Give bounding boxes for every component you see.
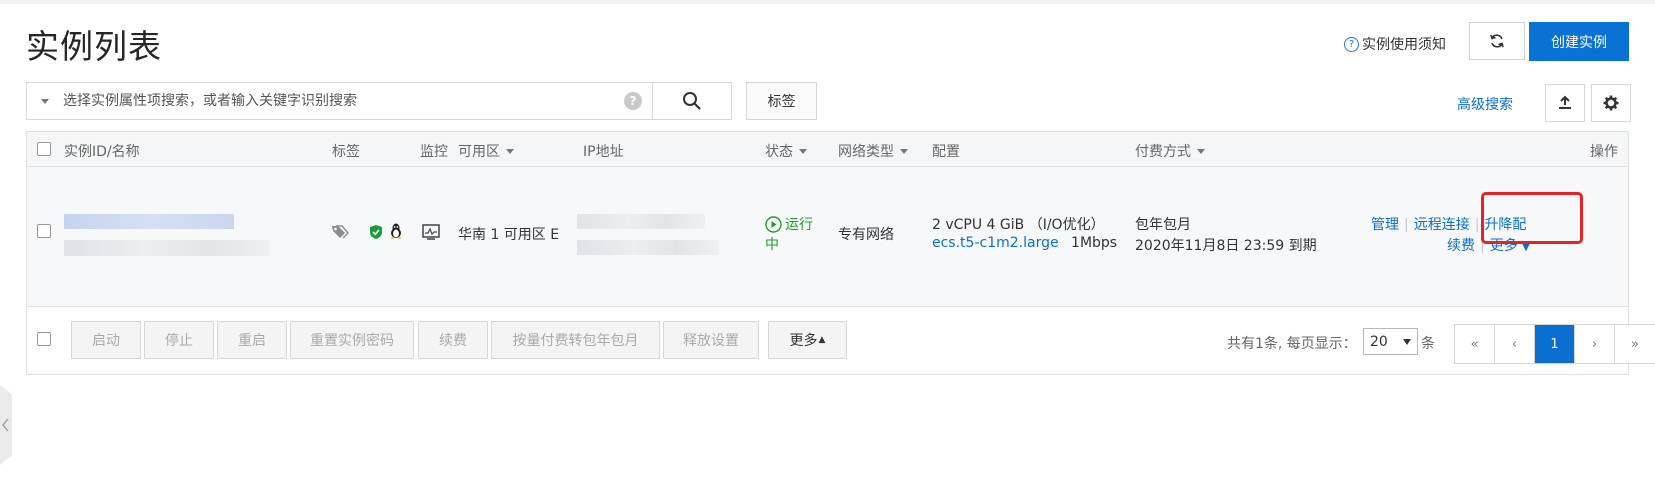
zone-value: 华南 1 可用区 E bbox=[458, 227, 560, 243]
row-actions-top: 管理 | 远程连接 | 升降配 bbox=[1371, 217, 1527, 233]
column-billing[interactable]: 付费方式 bbox=[1135, 141, 1205, 161]
column-tags: 标签 bbox=[332, 144, 360, 160]
advanced-search-link[interactable]: 高级搜索 bbox=[1457, 94, 1513, 114]
select-all-checkbox[interactable] bbox=[37, 142, 51, 156]
row-actions-bottom: 续费 | 更多 ▼ bbox=[1447, 238, 1530, 254]
table-footer: 启动 停止 重启 重置实例密码 续费 按量付费转包年包月 释放设置 更多 ▲ 共有… bbox=[27, 307, 1655, 376]
page-first-button[interactable]: « bbox=[1455, 325, 1495, 363]
column-monitor: 监控 bbox=[420, 144, 448, 160]
page-current-button[interactable]: 1 bbox=[1535, 325, 1575, 363]
gear-icon bbox=[1603, 95, 1619, 111]
search-icon bbox=[683, 92, 701, 110]
table-header: 实例ID/名称 标签 监控 可用区 IP地址 状态 网络类型 配置 付费方式 操… bbox=[27, 132, 1628, 167]
question-icon: ? bbox=[1344, 36, 1359, 52]
page-prev-button[interactable]: ‹ bbox=[1495, 325, 1535, 363]
private-ip-redacted bbox=[577, 240, 719, 255]
renew-link[interactable]: 续费 bbox=[1447, 238, 1475, 254]
refresh-icon bbox=[1490, 34, 1504, 48]
zone-filter-caret-icon bbox=[506, 148, 514, 154]
column-ip: IP地址 bbox=[583, 144, 624, 160]
column-actions: 操作 bbox=[1590, 144, 1618, 160]
page-last-button[interactable]: » bbox=[1615, 325, 1655, 363]
convert-to-subscription-button[interactable]: 按量付费转包年包月 bbox=[491, 321, 660, 359]
billing-filter-caret-icon bbox=[1197, 148, 1205, 154]
restart-button[interactable]: 重启 bbox=[217, 321, 287, 359]
chevron-left-icon bbox=[2, 418, 9, 432]
renew-button[interactable]: 续费 bbox=[418, 321, 488, 359]
search-input[interactable] bbox=[63, 93, 624, 109]
reset-password-button[interactable]: 重置实例密码 bbox=[290, 321, 414, 359]
column-status[interactable]: 状态 bbox=[765, 141, 807, 161]
chevron-down-icon bbox=[1403, 339, 1411, 345]
more-batch-button[interactable]: 更多 ▲ bbox=[768, 321, 847, 359]
table-row: 华南 1 可用区 E 运行 中 专有网络 2 vCPU 4 GiB （I/O优化… bbox=[27, 167, 1628, 307]
instance-name-redacted bbox=[64, 240, 270, 256]
top-border bbox=[0, 0, 1655, 4]
release-settings-button[interactable]: 释放设置 bbox=[663, 321, 759, 359]
search-help-icon[interactable]: ? bbox=[624, 92, 642, 110]
network-filter-caret-icon bbox=[900, 148, 908, 154]
column-zone[interactable]: 可用区 bbox=[458, 141, 514, 161]
start-button[interactable]: 启动 bbox=[71, 321, 141, 359]
page-size-unit: 条 bbox=[1421, 336, 1435, 352]
footer-select-checkbox[interactable] bbox=[37, 332, 51, 346]
page-size-select[interactable]: 20 bbox=[1363, 328, 1418, 355]
usage-notice-link[interactable]: ? 实例使用须知 bbox=[1344, 34, 1446, 54]
search-button[interactable] bbox=[652, 82, 732, 120]
remote-connect-link[interactable]: 远程连接 bbox=[1414, 217, 1470, 233]
caret-up-icon: ▲ bbox=[818, 335, 826, 345]
config-spec: 2 vCPU 4 GiB （I/O优化） bbox=[932, 217, 1105, 233]
row-checkbox[interactable] bbox=[37, 224, 51, 238]
column-network[interactable]: 网络类型 bbox=[838, 141, 908, 161]
page-title: 实例列表 bbox=[26, 27, 162, 66]
status-filter-caret-icon bbox=[799, 148, 807, 154]
instance-type-link[interactable]: ecs.t5-c1m2.large bbox=[932, 235, 1059, 251]
column-id-name: 实例ID/名称 bbox=[64, 144, 140, 160]
upgrade-downgrade-link[interactable]: 升降配 bbox=[1484, 217, 1526, 233]
security-shield-icon bbox=[370, 225, 382, 239]
settings-button[interactable] bbox=[1591, 84, 1631, 122]
refresh-button[interactable] bbox=[1469, 22, 1525, 60]
manage-link[interactable]: 管理 bbox=[1371, 217, 1399, 233]
linux-icon bbox=[390, 223, 402, 239]
public-ip-redacted bbox=[577, 214, 705, 229]
expiry-value: 2020年11月8日 23:59 到期 bbox=[1135, 238, 1317, 254]
bandwidth-value: 1Mbps bbox=[1071, 235, 1118, 251]
usage-notice-label: 实例使用须知 bbox=[1362, 37, 1446, 53]
more-actions-link[interactable]: 更多 ▼ bbox=[1490, 238, 1530, 254]
column-config: 配置 bbox=[932, 144, 960, 160]
instance-table: 实例ID/名称 标签 监控 可用区 IP地址 状态 网络类型 配置 付费方式 操… bbox=[26, 131, 1655, 376]
pagination: « ‹ 1 › » bbox=[1454, 324, 1655, 364]
page-next-button[interactable]: › bbox=[1575, 325, 1615, 363]
monitor-chart-icon[interactable] bbox=[422, 224, 440, 240]
export-button[interactable] bbox=[1545, 84, 1585, 122]
export-icon bbox=[1559, 95, 1571, 109]
billing-type-value: 包年包月 bbox=[1135, 217, 1191, 233]
collapse-sidebar-tab[interactable] bbox=[0, 385, 12, 465]
stop-button[interactable]: 停止 bbox=[144, 321, 214, 359]
network-type-value: 专有网络 bbox=[838, 227, 894, 243]
pagination-summary: 共有1条, 每页显示： bbox=[1227, 336, 1357, 352]
search-bar: ? bbox=[26, 82, 653, 120]
status-running: 运行 bbox=[765, 214, 813, 234]
create-instance-button[interactable]: 创建实例 bbox=[1529, 22, 1629, 61]
tag-filter-button[interactable]: 标签 bbox=[746, 82, 817, 120]
tag-icon[interactable] bbox=[331, 224, 349, 240]
config-type-line: ecs.t5-c1m2.large 1Mbps bbox=[932, 235, 1117, 251]
instance-id-redacted[interactable] bbox=[64, 214, 234, 229]
search-filter-dropdown-icon[interactable] bbox=[41, 98, 49, 104]
status-running-cont: 中 bbox=[765, 237, 779, 253]
play-circle-icon bbox=[765, 215, 782, 233]
